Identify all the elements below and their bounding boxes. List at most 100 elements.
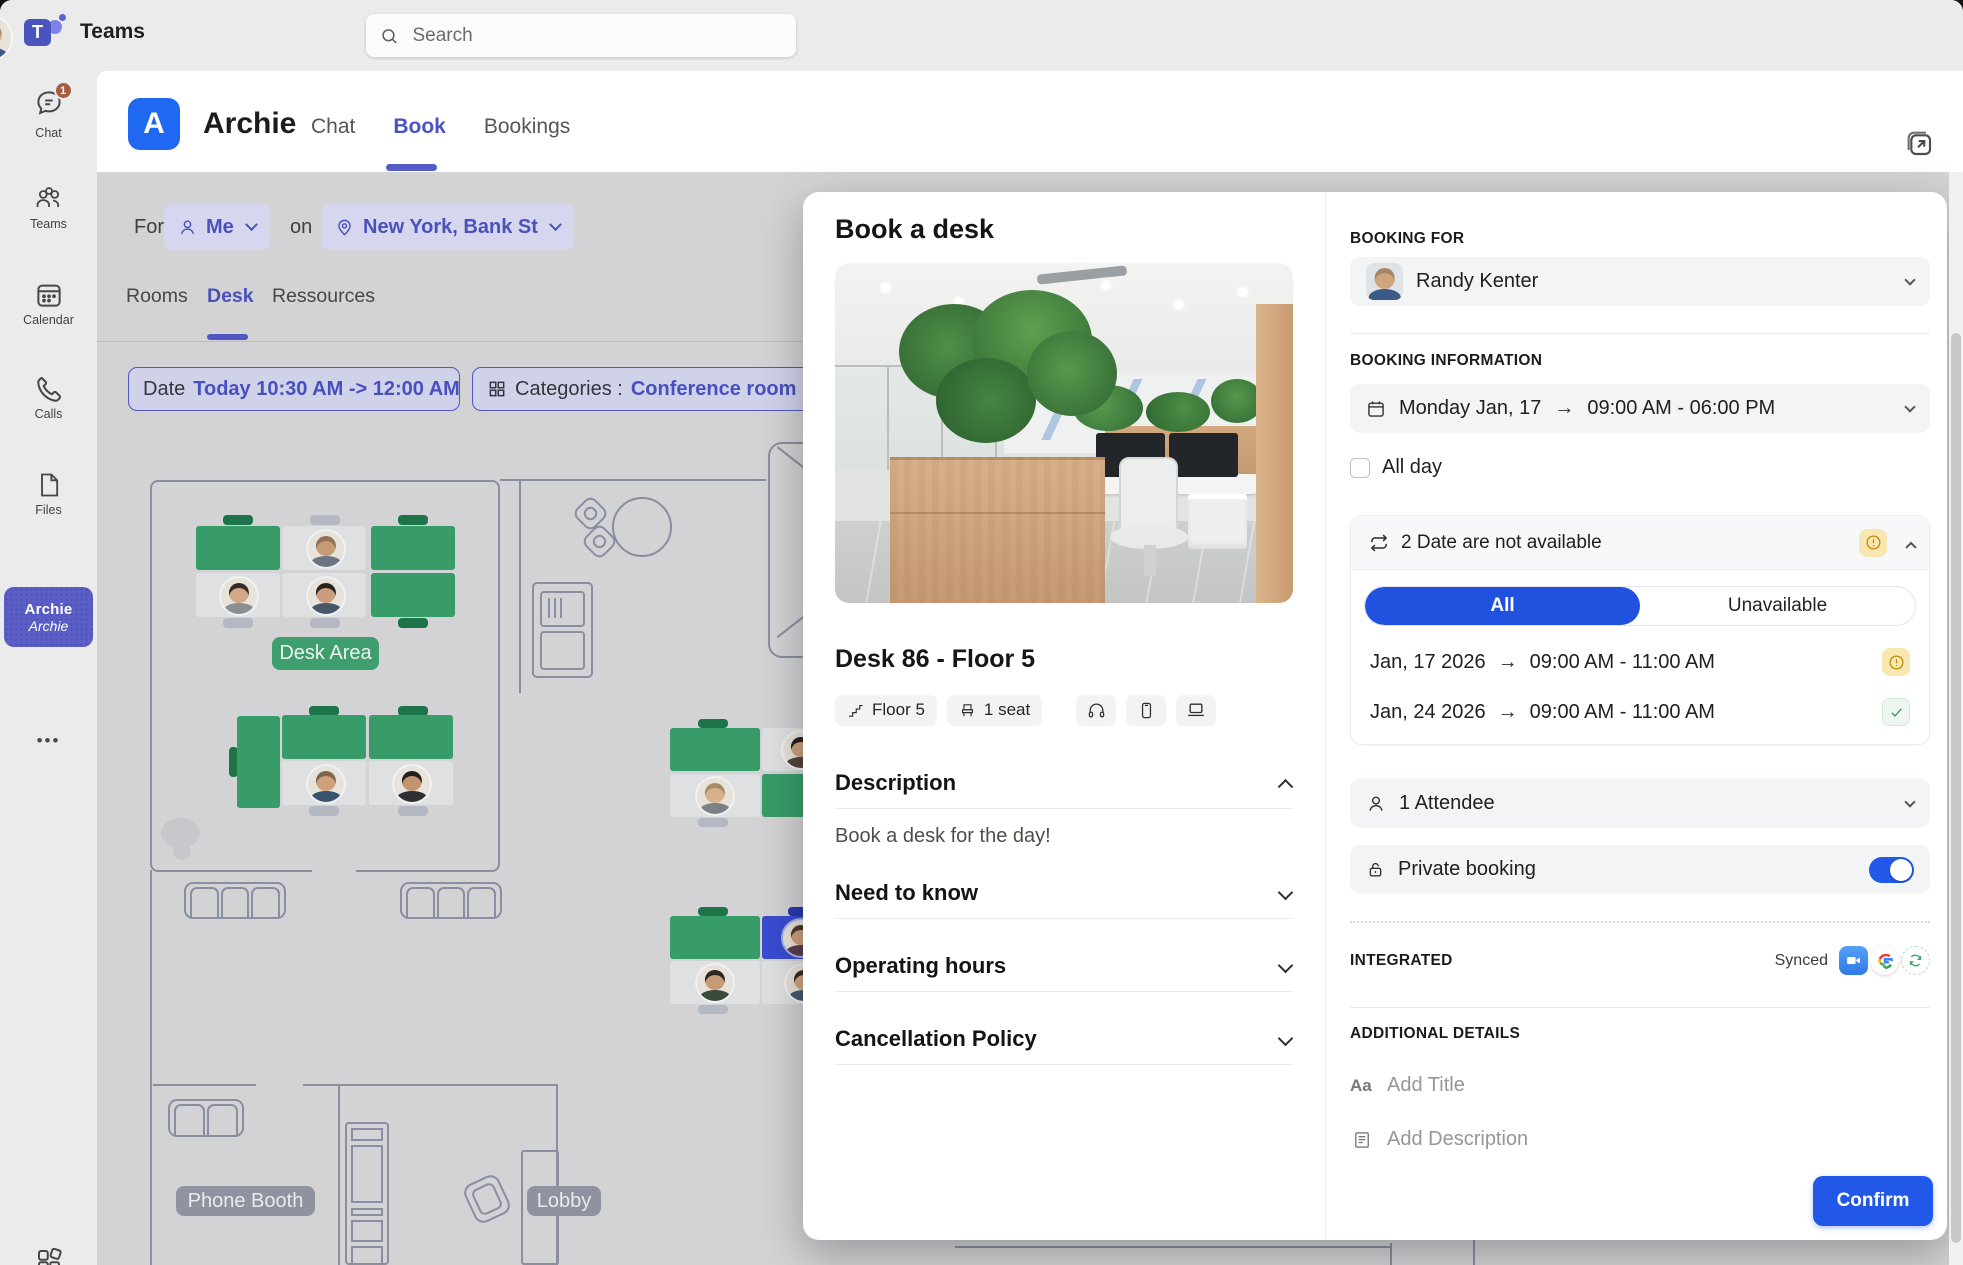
calendar-icon [1366,399,1386,419]
sidebar-item-archie[interactable]: Archie Archie [4,587,93,647]
add-title-field[interactable]: Aa Add Title [1350,1074,1930,1097]
chevron-down-icon [1278,958,1294,974]
for-person-select[interactable]: Me [164,204,270,250]
all-day-checkbox-row[interactable]: All day [1350,456,1930,479]
chair [698,1005,728,1014]
section-operating-hours-header[interactable]: Operating hours [835,941,1293,991]
desk-available[interactable] [670,916,760,959]
tab-bookings[interactable]: Bookings [484,115,570,139]
search-input[interactable] [410,24,782,48]
desk-available[interactable] [282,715,366,759]
sidebar-item-calendar[interactable]: Calendar [0,280,97,327]
shelf-segment [351,1220,383,1242]
repeat-icon [1369,533,1389,553]
avatar [308,578,344,614]
files-icon [35,470,63,500]
tab-desk[interactable]: Desk [207,285,254,308]
chat-badge: 1 [54,81,73,100]
additional-details-heading: ADDITIONAL DETAILS [1350,1025,1930,1043]
chair [398,806,428,816]
shelf-segment [351,1246,383,1265]
desk-available[interactable] [371,573,455,617]
section-description-header[interactable]: Description [835,758,1293,808]
add-description-field[interactable]: Add Description [1350,1128,1930,1151]
scrollbar-thumb[interactable] [1951,333,1961,1243]
chevron-down-icon [245,218,258,231]
booking-date-select[interactable]: Monday Jan, 17 → 09:00 AM - 06:00 PM [1350,384,1930,433]
shelf-segment [351,1208,383,1216]
sidebar-item-teams[interactable]: Teams [0,184,97,231]
all-day-checkbox[interactable] [1350,458,1370,478]
chevron-up-icon [1278,779,1294,795]
location-select[interactable]: New York, Bank St [321,204,574,250]
tab-chat[interactable]: Chat [311,115,355,139]
private-booking-row: Private booking [1350,845,1930,894]
book-a-desk-modal: Book a desk [803,192,1947,1240]
desk-available[interactable] [196,526,280,570]
synced-label: Synced [1775,952,1828,970]
scrollbar[interactable] [1949,172,1963,1265]
sofa [168,1099,244,1137]
chair [698,907,728,916]
shelf-line [560,598,562,618]
availability-segmented-control: All Unavailable [1364,586,1916,626]
wall [500,479,766,481]
availability-header[interactable]: 2 Date are not available [1351,516,1929,570]
tab-unavailable[interactable]: Unavailable [1640,587,1915,625]
laptop-icon [1186,700,1206,720]
wall [338,1084,340,1265]
confirm-button[interactable]: Confirm [1813,1176,1933,1226]
chair [398,515,428,525]
for-label: For [134,216,164,239]
date-filter-button[interactable]: Date Today 10:30 AM -> 12:00 AM [128,367,460,411]
integrated-heading: INTEGRATED [1350,952,1453,970]
availability-card: 2 Date are not available All Unavailable… [1350,515,1930,745]
decor-plant [173,844,191,860]
sidebar-item-files[interactable]: Files [0,470,97,517]
booking-person-select[interactable]: Randy Kenter [1350,257,1930,306]
section-cancellation: Cancellation Policy [835,1014,1293,1065]
tab-book[interactable]: Book [393,115,446,139]
section-need-to-know-header[interactable]: Need to know [835,868,1293,918]
chevron-down-icon [549,218,562,231]
desk-available[interactable] [369,715,453,759]
tab-rooms[interactable]: Rooms [126,285,188,308]
apps-icon [34,1246,64,1265]
attendee-select[interactable]: 1 Attendee [1350,779,1930,828]
chevron-down-icon [1904,796,1915,807]
availability-row: Jan, 17 2026 → 09:00 AM - 11:00 AM [1364,648,1916,676]
sidebar-item-chat[interactable]: 1 Chat [0,88,97,140]
desk-available[interactable] [371,526,455,570]
tab-all[interactable]: All [1365,587,1640,625]
desk-available[interactable] [237,716,280,808]
section-cancellation-header[interactable]: Cancellation Policy [835,1014,1293,1064]
teams-brand: T Teams [24,12,145,52]
round-table [612,497,672,557]
sync-icon [1901,946,1930,975]
availability-row: Jan, 24 2026 → 09:00 AM - 11:00 AM [1364,698,1916,726]
search-bar[interactable] [366,14,796,57]
cabinet-shelf [540,591,585,627]
smartphone-icon [1137,701,1156,720]
wall [519,480,521,693]
private-booking-toggle[interactable] [1869,857,1914,883]
headphones-amenity [1076,695,1116,726]
desk-available[interactable] [670,728,760,771]
user-avatar[interactable] [0,16,11,60]
chevron-down-icon [1904,274,1915,285]
chevron-up-icon [1905,541,1916,552]
chair [398,618,428,628]
desk-available[interactable] [762,774,807,817]
shelf-line [548,598,550,618]
sidebar-more-button[interactable]: ••• [0,731,97,751]
door-gap [312,868,356,874]
categories-filter-button[interactable]: Categories : Conference room [472,367,817,411]
chevron-down-icon [1904,401,1915,412]
wall [303,1084,556,1086]
popout-icon[interactable] [1904,128,1936,160]
wall [150,870,152,1265]
tab-ressources[interactable]: Ressources [272,285,375,308]
sidebar-item-apps[interactable]: Apps [0,1246,97,1265]
desk-name: Desk 86 - Floor 5 [835,645,1293,674]
sidebar-item-calls[interactable]: Calls [0,374,97,421]
